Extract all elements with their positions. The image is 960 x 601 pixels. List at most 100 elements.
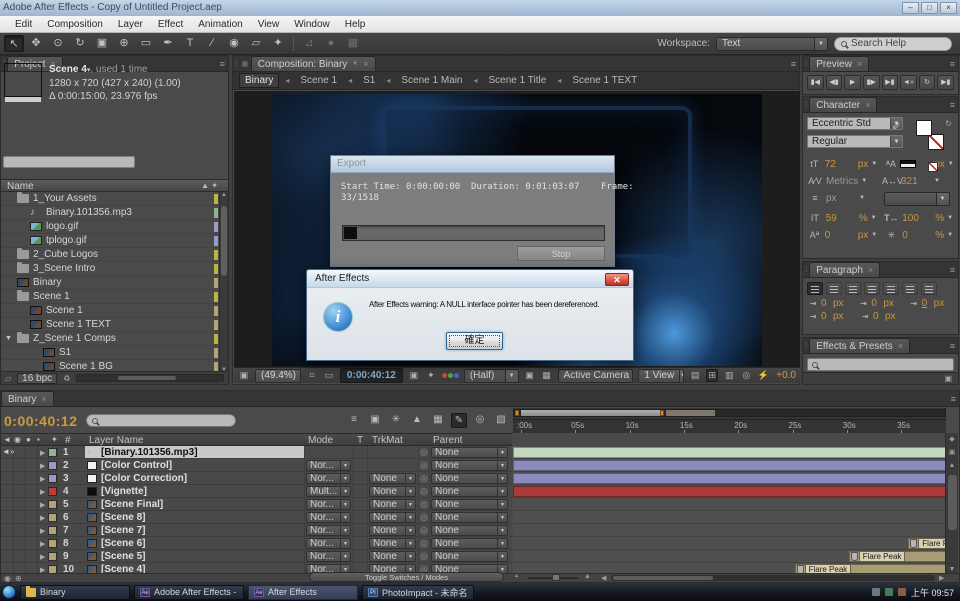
layer-duration-bar[interactable] — [513, 460, 946, 471]
comp-button-icon[interactable]: ▣ — [946, 446, 958, 459]
project-item[interactable]: ♪ Binary.101356.mp3 — [1, 206, 220, 220]
comp-nav-item[interactable]: Scene 1 Main — [396, 74, 467, 87]
label-color-chip[interactable] — [214, 292, 218, 302]
layer-duration-bar[interactable] — [513, 473, 946, 484]
align-button[interactable] — [845, 282, 861, 295]
layer-row[interactable]: ▶ 4 [Vignette] Mult...▼ None▼ ◎ None▼ — [1, 485, 512, 498]
layer-label-chip[interactable] — [48, 448, 57, 457]
track-row[interactable] — [513, 472, 946, 485]
close-icon[interactable]: × — [865, 100, 870, 110]
project-item[interactable]: S1 — [1, 346, 220, 360]
timeline-switch-icon[interactable]: ▦ — [430, 413, 446, 428]
close-button[interactable]: × — [940, 2, 957, 14]
tsume-control[interactable]: ✳0%▼ — [884, 228, 958, 243]
tab-paragraph[interactable]: Paragraph× — [809, 262, 880, 277]
layer-name[interactable]: [Scene Final] — [101, 499, 163, 510]
comp-nav-item[interactable]: Scene 1 Title — [484, 74, 552, 87]
trkmat-column[interactable]: TrkMat — [372, 435, 403, 446]
pickwhip-icon[interactable]: ◎ — [420, 538, 428, 549]
layer-name[interactable]: [Color Correction] — [101, 473, 187, 484]
close-icon[interactable]: × — [41, 394, 46, 404]
twirl-icon[interactable]: ▶ — [40, 488, 45, 496]
pickwhip-icon[interactable]: ◎ — [420, 460, 428, 471]
track-row[interactable] — [513, 498, 946, 511]
pickwhip-icon[interactable]: ◎ — [420, 551, 428, 562]
scroll-up-icon[interactable]: ▲ — [946, 459, 958, 472]
timeline-switch-icon[interactable]: ✎ — [451, 413, 467, 428]
transport-button[interactable]: ▶▮ — [882, 75, 899, 90]
pickwhip-icon[interactable]: ◎ — [420, 447, 428, 458]
menu-item[interactable]: Window — [287, 18, 337, 31]
close-icon[interactable]: × — [857, 59, 862, 69]
panel-menu-icon[interactable]: ≡ — [791, 59, 796, 69]
motion-blur-icon[interactable]: ⊕ — [15, 574, 22, 583]
twirl-icon[interactable]: ▶ — [40, 553, 45, 561]
comp-nav-item[interactable]: Scene 1 — [295, 74, 342, 87]
paragraph-field[interactable]: ⇥0px — [807, 311, 855, 322]
toggle-switches-button[interactable]: Toggle Switches / Modes — [309, 572, 504, 582]
layer-label-chip[interactable] — [48, 474, 57, 483]
blend-mode-dropdown[interactable]: Nor...▼ — [306, 551, 351, 562]
timeline-switch-icon[interactable]: ◎ — [472, 413, 488, 428]
default-colors-swatch[interactable] — [900, 160, 916, 168]
navigator-end-handle[interactable] — [660, 410, 664, 416]
time-navigator[interactable] — [513, 409, 946, 417]
twirl-icon[interactable]: ▶ — [40, 527, 45, 535]
horizontal-scale-control[interactable]: T↔100%▼ — [884, 211, 958, 226]
layer-label-chip[interactable] — [48, 552, 57, 561]
restore-button[interactable]: □ — [921, 2, 938, 14]
project-hscrollbar[interactable] — [76, 374, 224, 382]
pickwhip-icon[interactable]: ◎ — [420, 512, 428, 523]
kerning-control[interactable]: A∕VMetrics▼ — [807, 174, 879, 189]
bit-depth-button[interactable]: 16 bpc — [17, 373, 57, 384]
close-icon[interactable]: × — [898, 341, 903, 351]
tool-icon[interactable]: ✥ — [26, 35, 46, 52]
panel-menu-icon[interactable]: ≡ — [951, 394, 956, 404]
view-layout-dropdown[interactable]: 1 View▼ — [638, 369, 684, 383]
menu-item[interactable]: Composition — [40, 18, 110, 31]
blend-mode-dropdown[interactable]: Nor...▼ — [306, 499, 351, 510]
pickwhip-icon[interactable]: ◎ — [420, 499, 428, 510]
track-row[interactable] — [513, 511, 946, 524]
tool-icon[interactable]: ◉ — [224, 35, 244, 52]
close-icon[interactable]: ✕ — [605, 273, 629, 286]
project-item[interactable]: ▼ Z_Scene 1 Comps — [1, 332, 220, 346]
lock-icon[interactable]: ▣ — [239, 59, 251, 68]
tool-icon[interactable]: ⊙ — [48, 35, 68, 52]
new-preset-icon[interactable]: ▣ — [944, 374, 952, 383]
timeline-switch-icon[interactable]: ≡ — [346, 413, 362, 428]
panel-menu-icon[interactable]: ≡ — [950, 341, 955, 351]
parent-column[interactable]: Parent — [433, 435, 462, 446]
frame-blend-icon[interactable]: ◉ — [4, 574, 11, 583]
project-item[interactable]: tplogo.gif — [1, 234, 220, 248]
menu-item[interactable]: Layer — [111, 18, 150, 31]
blend-mode-dropdown[interactable]: Nor...▼ — [306, 512, 351, 523]
layer-label-chip[interactable] — [48, 539, 57, 548]
parent-dropdown[interactable]: None▼ — [431, 538, 508, 549]
eyedropper-icon[interactable]: ✐ — [892, 120, 900, 135]
paragraph-field[interactable]: ⇥0px — [908, 298, 954, 309]
expand-caret[interactable]: ▼ — [5, 335, 13, 342]
layer-name[interactable]: [Vignette] — [101, 486, 147, 497]
menu-item[interactable]: Effect — [151, 18, 190, 31]
safe-margins-icon[interactable]: ⌗ — [306, 370, 318, 381]
layer-name[interactable]: [Binary.101356.mp3] — [101, 447, 198, 458]
tab-effects-presets[interactable]: Effects & Presets× — [809, 338, 910, 353]
taskbar-button[interactable]: AeAdobe After Effects - — [134, 585, 244, 600]
snapshot-icon[interactable]: ▣ — [408, 370, 420, 381]
parent-dropdown[interactable]: None▼ — [431, 473, 508, 484]
resolution-dropdown[interactable]: (Half)▼ — [464, 369, 519, 383]
hscroll-left-icon[interactable]: ◀ — [601, 574, 606, 582]
trkmat-dropdown[interactable]: None▼ — [369, 512, 416, 523]
timeline-search-input[interactable] — [86, 414, 236, 427]
close-icon[interactable]: × — [868, 265, 873, 275]
transport-button[interactable]: ▶ — [844, 75, 861, 90]
mode-column[interactable]: Mode — [308, 435, 333, 446]
menu-item[interactable]: View — [251, 18, 287, 31]
timeline-switch-icon[interactable]: ▧ — [493, 413, 509, 428]
menu-item[interactable]: Edit — [8, 18, 39, 31]
blend-mode-dropdown[interactable]: Mult...▼ — [306, 486, 351, 497]
track-row[interactable] — [513, 446, 946, 459]
tab-timeline-binary[interactable]: Binary× — [1, 391, 54, 406]
align-button[interactable] — [826, 282, 842, 295]
